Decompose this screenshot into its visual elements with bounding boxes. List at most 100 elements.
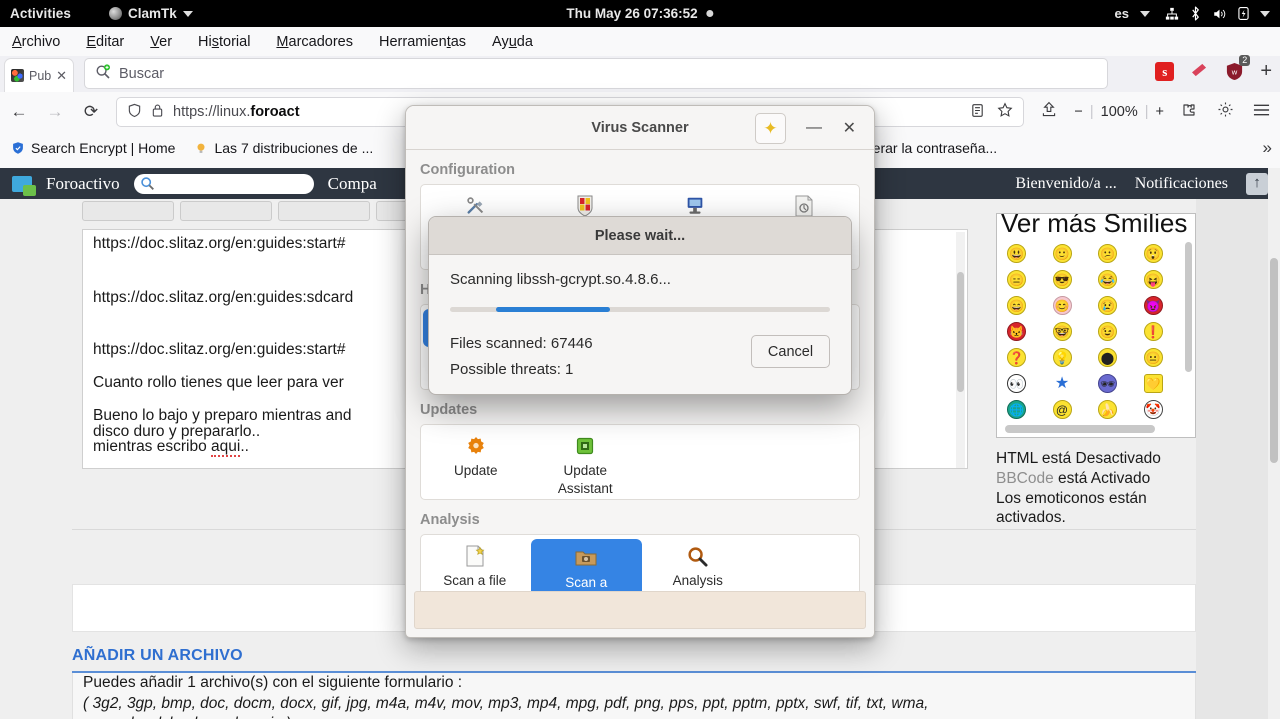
activities-button[interactable]: Activities xyxy=(10,6,71,21)
smiley-icon[interactable]: ★ xyxy=(1053,374,1072,393)
wot-extension-icon[interactable]: w 2 xyxy=(1225,55,1251,81)
smiley-icon[interactable]: 😃 xyxy=(1007,244,1026,263)
reader-view-icon[interactable] xyxy=(970,103,985,122)
add-file-intro: Puedes añadir 1 archivo(s) con el siguie… xyxy=(83,674,463,691)
editor-toolbar-button[interactable] xyxy=(180,201,272,221)
smiley-icon[interactable]: 💛 xyxy=(1143,374,1163,393)
smiley-icon[interactable]: 🌐 xyxy=(1007,400,1026,419)
bookmark-item[interactable]: Las 7 distribuciones de ... xyxy=(193,140,373,156)
bookmark-item[interactable]: Search Encrypt | Home xyxy=(10,140,175,156)
zoom-out-button[interactable]: − xyxy=(1074,104,1082,120)
menu-ayuda[interactable]: Ayuda xyxy=(492,34,533,50)
smiley-icon[interactable]: 👀 xyxy=(1007,374,1026,393)
clamtk-window-title: Virus Scanner xyxy=(591,119,689,136)
smiley-icon[interactable]: ❗ xyxy=(1143,322,1163,341)
editor-toolbar-button[interactable] xyxy=(82,201,174,221)
smiley-icon[interactable]: 😝 xyxy=(1143,270,1163,289)
hamburger-menu-icon[interactable] xyxy=(1250,102,1272,122)
volume-icon[interactable] xyxy=(1212,7,1227,21)
s-extension-icon[interactable]: s xyxy=(1155,62,1175,81)
page-scrollbar[interactable] xyxy=(1268,168,1280,719)
close-icon[interactable]: ✕ xyxy=(56,68,67,84)
search-input[interactable]: Buscar xyxy=(84,58,1108,89)
pocket-icon[interactable] xyxy=(1190,62,1209,82)
lock-icon[interactable] xyxy=(151,103,164,122)
clamtk-close-button[interactable]: ✕ xyxy=(843,118,856,138)
smiley-icon[interactable]: ⬤ xyxy=(1098,348,1117,367)
smiley-icon[interactable]: 💡 xyxy=(1052,348,1072,367)
smiley-icon[interactable]: 🍌 xyxy=(1098,400,1117,419)
bluetooth-icon[interactable] xyxy=(1190,6,1201,21)
smiley-icon[interactable]: 😾 xyxy=(1007,322,1026,341)
smiley-icon[interactable]: 😊 xyxy=(1052,296,1072,315)
svg-text:w: w xyxy=(1231,67,1238,76)
dialog-title: Please wait... xyxy=(594,227,686,244)
gear-icon[interactable] xyxy=(1214,101,1236,123)
smiley-icon[interactable]: ❓ xyxy=(1007,348,1026,367)
clamtk-analysis-button[interactable]: Analysis xyxy=(644,545,752,589)
forum-search-input[interactable] xyxy=(133,173,314,194)
system-tray[interactable]: es xyxy=(1115,6,1270,21)
forum-nav-compartir[interactable]: Compa xyxy=(328,174,377,194)
menu-herramientas[interactable]: Herramientas xyxy=(379,34,466,50)
new-tab-icon[interactable]: + xyxy=(1260,60,1272,83)
browser-tab[interactable]: Pub ✕ xyxy=(4,58,74,92)
smiley-icon[interactable]: 😉 xyxy=(1098,322,1117,341)
forum-brand[interactable]: Foroactivo xyxy=(46,174,120,194)
zoom-level-label[interactable]: 100% xyxy=(1101,104,1138,120)
editor-toolbar-button[interactable] xyxy=(278,201,370,221)
smiley-icon[interactable]: 😄 xyxy=(1007,296,1026,315)
pocket-save-icon[interactable] xyxy=(1038,101,1060,123)
keyboard-layout-label[interactable]: es xyxy=(1115,6,1129,21)
reload-button[interactable]: ⟳ xyxy=(80,102,102,122)
battery-icon[interactable] xyxy=(1238,6,1249,21)
forum-notifications-link[interactable]: Notificaciones xyxy=(1135,175,1228,193)
smiley-icon[interactable]: 😐 xyxy=(1143,348,1163,367)
menu-marcadores[interactable]: Marcadores xyxy=(276,34,353,50)
textarea-scrollbar[interactable] xyxy=(956,232,965,468)
menu-archivo[interactable]: Archivo xyxy=(12,34,60,50)
clamtk-settings-button[interactable] xyxy=(421,195,531,217)
clamtk-scheduler-button[interactable] xyxy=(750,195,860,217)
smiley-icon[interactable]: 😑 xyxy=(1007,270,1026,289)
smiley-icon[interactable]: 😲 xyxy=(1143,244,1163,263)
smiley-icon[interactable]: 😂 xyxy=(1098,270,1117,289)
smiley-icon[interactable]: 🕶 xyxy=(1098,374,1117,393)
clamtk-update-assistant-button[interactable]: Update Assistant xyxy=(531,435,641,497)
forward-button[interactable]: → xyxy=(44,102,66,122)
menu-historial[interactable]: Historial xyxy=(198,34,250,50)
smiley-icon[interactable]: 🤡 xyxy=(1143,400,1163,419)
arrow-up-icon[interactable]: ↑ xyxy=(1246,172,1268,195)
smilies-horizontal-scrollbar[interactable] xyxy=(1005,425,1155,433)
smilies-vertical-scrollbar[interactable] xyxy=(1185,242,1192,372)
smiley-icon[interactable]: 🤓 xyxy=(1052,322,1072,341)
menu-ver[interactable]: Ver xyxy=(150,34,172,50)
clamtk-whitelist-button[interactable] xyxy=(531,195,641,217)
clamtk-minimize-button[interactable]: — xyxy=(806,119,822,137)
smiley-icon[interactable]: @ xyxy=(1052,400,1072,419)
bookmarks-overflow-button[interactable]: » xyxy=(1263,138,1272,158)
clamtk-update-button[interactable]: Update xyxy=(421,435,531,479)
extensions-icon[interactable] xyxy=(1178,102,1200,123)
clamtk-scan-file-button[interactable]: Scan a file xyxy=(421,545,529,589)
star-icon[interactable] xyxy=(997,102,1013,122)
back-button[interactable]: ← xyxy=(8,102,30,122)
forum-welcome-label[interactable]: Bienvenido/a ... xyxy=(1015,175,1116,193)
zoom-in-button[interactable]: + xyxy=(1156,104,1164,120)
cancel-button[interactable]: Cancel xyxy=(751,335,830,368)
menu-editar[interactable]: Editar xyxy=(86,34,124,50)
clamtk-network-button[interactable] xyxy=(640,195,750,217)
smiley-icon[interactable]: 😎 xyxy=(1052,270,1072,289)
chevron-down-icon[interactable] xyxy=(1260,10,1270,17)
bbcode-link[interactable]: BBCode xyxy=(996,470,1054,487)
shield-icon[interactable] xyxy=(127,103,142,122)
clock[interactable]: Thu May 26 07:36:52 xyxy=(566,6,714,21)
app-menu-clamtk[interactable]: ClamTk xyxy=(109,6,193,21)
smiley-icon[interactable]: 😈 xyxy=(1143,296,1163,315)
smiley-icon[interactable]: 🙂 xyxy=(1052,244,1072,263)
smiley-icon[interactable]: 😢 xyxy=(1098,296,1117,315)
sparkle-icon[interactable]: ✦ xyxy=(755,113,786,144)
smiley-icon[interactable]: 😕 xyxy=(1098,244,1117,263)
smilies-grid: 😃 🙂 😕 😲 😑 😎 😂 😝 😄 😊 😢 😈 😾 🤓 😉 ❗ ❓ 💡 ⬤ 😐 … xyxy=(997,236,1195,423)
network-icon[interactable] xyxy=(1165,7,1179,21)
